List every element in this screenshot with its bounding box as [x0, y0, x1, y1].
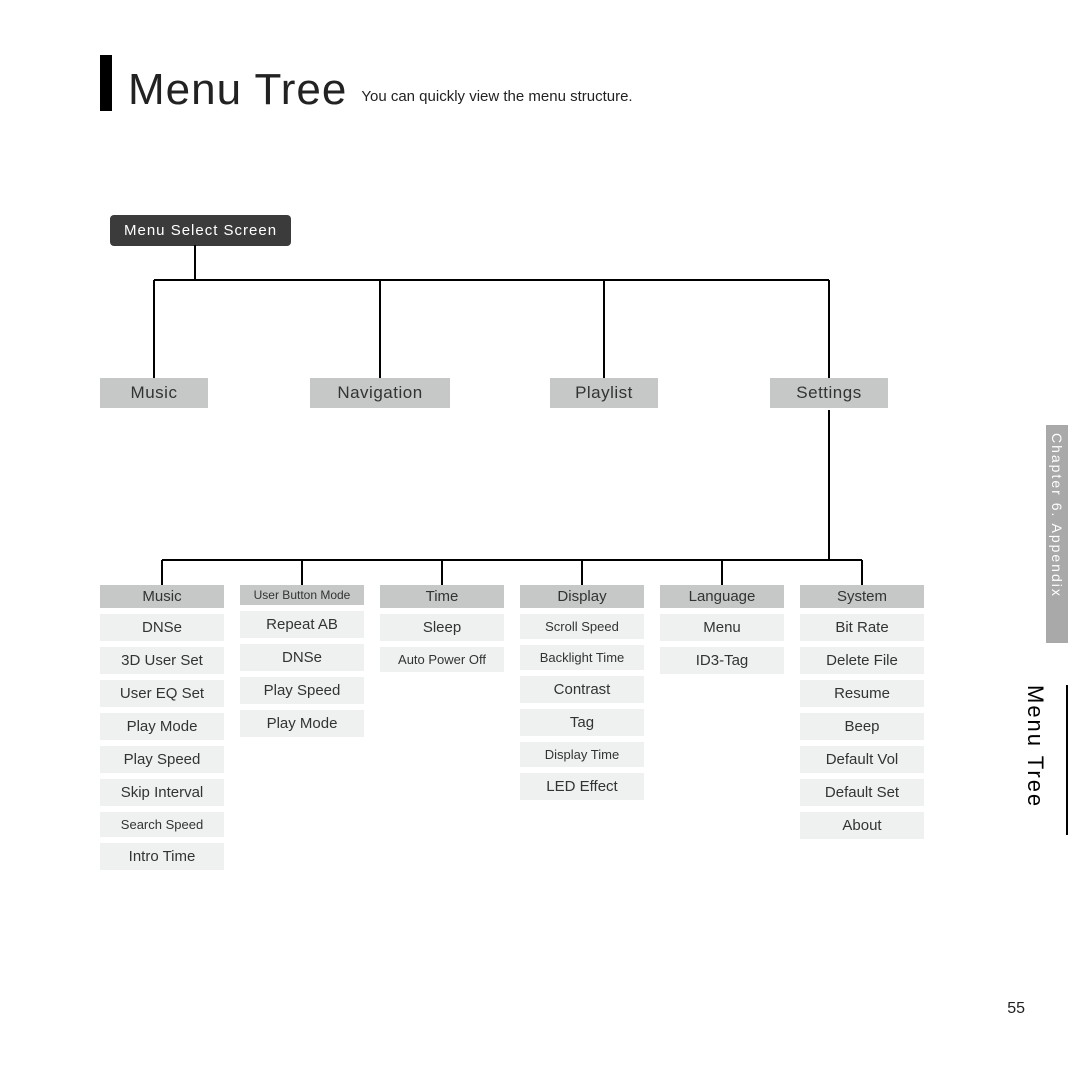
title-accent: [100, 55, 112, 111]
col-item: Play Speed: [240, 677, 364, 704]
col-item: User EQ Set: [100, 680, 224, 707]
col-head: Time: [380, 585, 504, 608]
col-item: LED Effect: [520, 773, 644, 800]
col-item: Tag: [520, 709, 644, 736]
page-number: 55: [1007, 1000, 1025, 1018]
col-item: Auto Power Off: [380, 647, 504, 672]
tree-col-userbutton: User Button Mode Repeat AB DNSe Play Spe…: [240, 585, 364, 743]
page-subtitle: You can quickly view the menu structure.: [361, 88, 632, 105]
col-item: ID3-Tag: [660, 647, 784, 674]
col-item: Default Vol: [800, 746, 924, 773]
col-item: 3D User Set: [100, 647, 224, 674]
tree-cat-playlist: Playlist: [550, 378, 658, 408]
col-head: User Button Mode: [240, 585, 364, 605]
col-item: Beep: [800, 713, 924, 740]
page-title-bar: Menu Tree You can quickly view the menu …: [100, 55, 633, 115]
tree-col-language: Language Menu ID3-Tag: [660, 585, 784, 680]
col-head: Display: [520, 585, 644, 608]
col-item: Intro Time: [100, 843, 224, 870]
tree-col-system: System Bit Rate Delete File Resume Beep …: [800, 585, 924, 845]
tree-cat-music: Music: [100, 378, 208, 408]
tree-cat-navigation: Navigation: [310, 378, 450, 408]
col-head: Language: [660, 585, 784, 608]
col-item: Scroll Speed: [520, 614, 644, 639]
col-item: DNSe: [240, 644, 364, 671]
col-item: Bit Rate: [800, 614, 924, 641]
col-item: Play Speed: [100, 746, 224, 773]
col-item: Default Set: [800, 779, 924, 806]
col-item: About: [800, 812, 924, 839]
col-item: Contrast: [520, 676, 644, 703]
col-item: Backlight Time: [520, 645, 644, 670]
col-item: Sleep: [380, 614, 504, 641]
col-item: Search Speed: [100, 812, 224, 837]
col-item: Menu: [660, 614, 784, 641]
col-head: Music: [100, 585, 224, 608]
tree-col-music: Music DNSe 3D User Set User EQ Set Play …: [100, 585, 224, 876]
col-item: DNSe: [100, 614, 224, 641]
col-item: Display Time: [520, 742, 644, 767]
col-head: System: [800, 585, 924, 608]
page-title: Menu Tree: [128, 65, 347, 115]
col-item: Play Mode: [100, 713, 224, 740]
tree-col-time: Time Sleep Auto Power Off: [380, 585, 504, 678]
col-item: Resume: [800, 680, 924, 707]
side-chapter-tab: Chapter 6. Appendix: [1046, 425, 1068, 643]
col-item: Play Mode: [240, 710, 364, 737]
tree-col-display: Display Scroll Speed Backlight Time Cont…: [520, 585, 644, 806]
tree-cat-settings: Settings: [770, 378, 888, 408]
col-item: Repeat AB: [240, 611, 364, 638]
tree-root: Menu Select Screen: [110, 215, 291, 246]
side-section-title: Menu Tree: [1022, 685, 1048, 808]
col-item: Delete File: [800, 647, 924, 674]
col-item: Skip Interval: [100, 779, 224, 806]
tree-connectors: [0, 0, 1080, 1080]
side-section-title-bar: Menu Tree: [1052, 685, 1068, 835]
